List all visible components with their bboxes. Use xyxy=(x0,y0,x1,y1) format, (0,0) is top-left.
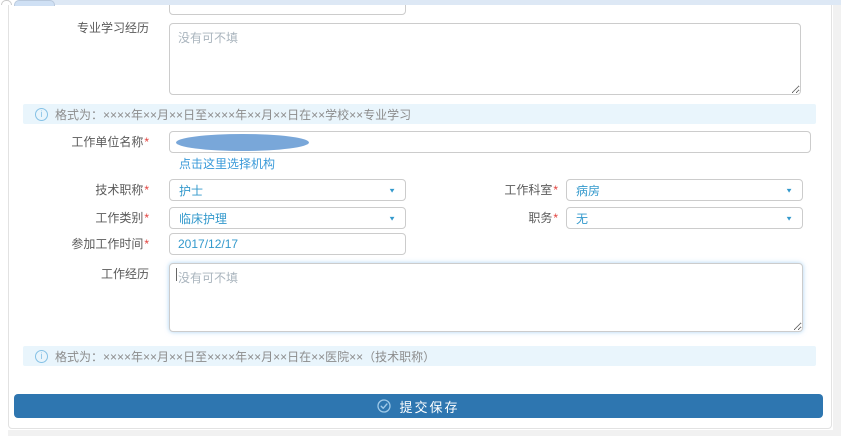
study-format-note-text: 格式为：××××年××月××日至××××年××月××日在××学校××专业学习 xyxy=(55,106,411,123)
required-asterisk: * xyxy=(144,211,149,225)
choose-institution-link[interactable]: 点击这里选择机构 xyxy=(179,155,275,172)
work-department-select[interactable]: 病房 ▼ xyxy=(566,179,803,201)
form-panel: 专业学习经历 i 格式为：××××年××月××日至××××年××月××日在××学… xyxy=(8,0,832,429)
work-format-note: i 格式为：××××年××月××日至××××年××月××日在××医院××（技术职… xyxy=(23,346,816,366)
chevron-down-icon: ▼ xyxy=(388,214,396,221)
work-format-note-text: 格式为：××××年××月××日至××××年××月××日在××医院××（技术职称） xyxy=(55,348,435,365)
technical-title-select[interactable]: 护士 ▼ xyxy=(169,179,406,201)
study-experience-label-text: 专业学习经历 xyxy=(77,21,149,35)
cropped-tab-fragment xyxy=(14,0,55,6)
work-unit-label: 工作单位名称* xyxy=(9,131,149,153)
required-asterisk: * xyxy=(144,183,149,197)
work-department-value: 病房 xyxy=(576,182,600,199)
study-format-note: i 格式为：××××年××月××日至××××年××月××日在××学校××专业学习 xyxy=(23,104,816,124)
info-icon: i xyxy=(35,108,48,121)
page-background-bottom xyxy=(8,430,841,436)
work-start-date-input[interactable]: 2017/12/17 xyxy=(169,233,406,255)
text-cursor xyxy=(176,268,177,281)
technical-title-value: 护士 xyxy=(179,182,203,199)
check-circle-icon xyxy=(377,399,391,413)
work-unit-label-text: 工作单位名称 xyxy=(71,135,143,149)
technical-title-label: 技术职称* xyxy=(9,179,149,201)
chevron-down-icon: ▼ xyxy=(785,214,793,221)
work-unit-input[interactable] xyxy=(169,131,811,153)
page-background-right xyxy=(833,5,841,436)
work-start-date-label-text: 参加工作时间 xyxy=(71,237,143,251)
work-department-label-text: 工作科室 xyxy=(504,183,552,197)
required-asterisk: * xyxy=(553,211,558,225)
submit-save-label: 提交保存 xyxy=(399,397,459,416)
work-start-date-label: 参加工作时间* xyxy=(9,233,149,255)
technical-title-label-text: 技术职称 xyxy=(95,183,143,197)
top-border-bar xyxy=(28,0,841,5)
work-experience-textarea[interactable] xyxy=(169,263,803,332)
required-asterisk: * xyxy=(553,183,558,197)
required-asterisk: * xyxy=(144,135,149,149)
work-category-value: 临床护理 xyxy=(179,210,227,227)
duty-label-text: 职务 xyxy=(528,211,552,225)
work-experience-label: 工作经历 xyxy=(9,263,149,285)
duty-value: 无 xyxy=(576,210,588,227)
cropped-element-fragment xyxy=(1,0,12,5)
work-department-label: 工作科室* xyxy=(429,179,558,201)
duty-label: 职务* xyxy=(429,207,558,229)
work-category-label-text: 工作类别 xyxy=(95,211,143,225)
info-icon: i xyxy=(35,350,48,363)
chevron-down-icon: ▼ xyxy=(388,186,396,193)
required-asterisk: * xyxy=(144,237,149,251)
study-experience-label: 专业学习经历 xyxy=(9,17,149,39)
study-experience-textarea[interactable] xyxy=(169,23,801,95)
work-category-label: 工作类别* xyxy=(9,207,149,229)
duty-select[interactable]: 无 ▼ xyxy=(566,207,803,229)
work-experience-label-text: 工作经历 xyxy=(101,267,149,281)
work-category-select[interactable]: 临床护理 ▼ xyxy=(169,207,406,229)
chevron-down-icon: ▼ xyxy=(785,186,793,193)
redaction-blob xyxy=(176,134,309,151)
submit-save-button[interactable]: 提交保存 xyxy=(14,394,823,418)
